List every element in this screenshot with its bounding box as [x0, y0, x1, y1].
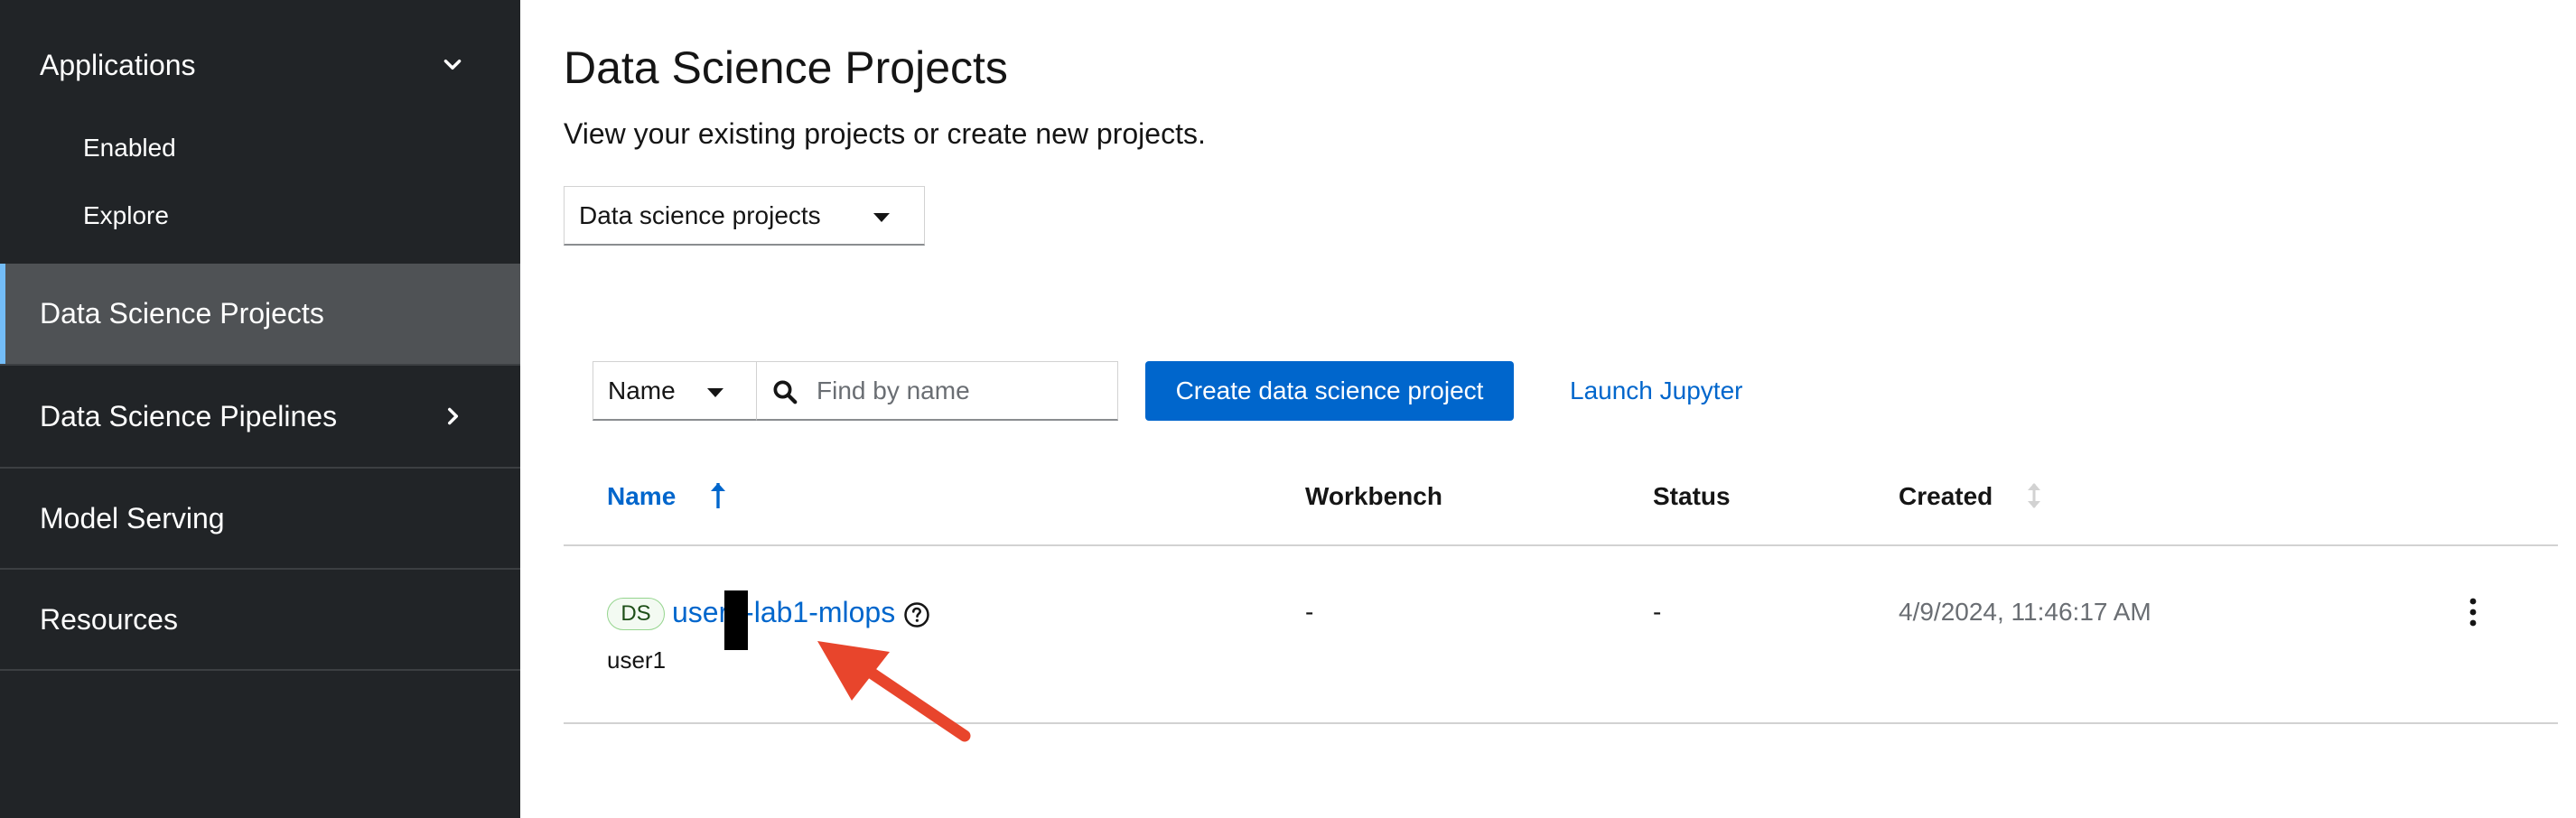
help-icon[interactable] — [903, 601, 930, 628]
column-header-name[interactable]: Name — [607, 482, 676, 511]
kebab-menu-icon[interactable] — [2464, 596, 2482, 628]
search-box — [757, 361, 1118, 421]
page-title: Data Science Projects — [564, 42, 1008, 93]
page-subtitle: View your existing projects or create ne… — [564, 117, 1206, 150]
column-header-label: Created — [1899, 482, 1993, 510]
sidebar-item-applications[interactable]: Applications — [0, 27, 520, 103]
sidebar-subitem-explore[interactable]: Explore — [83, 201, 169, 230]
filter-attribute-value: Name — [608, 376, 676, 404]
divider — [0, 669, 520, 671]
launch-jupyter-link[interactable]: Launch Jupyter — [1570, 361, 1742, 421]
project-type-select-value: Data science projects — [579, 200, 821, 229]
sidebar-nav: Applications Enabled Explore Data Scienc… — [0, 0, 520, 818]
search-icon — [773, 380, 798, 404]
chevron-right-icon — [448, 407, 459, 425]
sort-ascending-icon[interactable] — [708, 480, 728, 511]
project-name-link[interactable]: user1-lab1-mlops — [672, 596, 895, 629]
sidebar-item-label: Applications — [40, 48, 196, 81]
chevron-down-icon — [443, 59, 462, 70]
search-input[interactable] — [815, 375, 1104, 406]
column-header-created[interactable]: Created — [1899, 482, 1993, 511]
column-header-label: Name — [607, 482, 677, 510]
sidebar-item-model-serving[interactable]: Model Serving — [0, 469, 520, 568]
project-owner: user1 — [607, 646, 667, 674]
table-header-divider — [564, 544, 2558, 546]
sidebar-item-label: Model Serving — [40, 501, 225, 534]
sidebar-item-data-science-pipelines[interactable]: Data Science Pipelines — [0, 366, 520, 467]
table-row-divider — [564, 722, 2558, 724]
caret-down-icon — [707, 388, 723, 397]
sidebar-item-label: Data Science Pipelines — [40, 399, 338, 432]
filter-attribute-select[interactable]: Name — [593, 361, 757, 421]
sort-icon[interactable] — [2026, 480, 2042, 511]
column-header-workbench: Workbench — [1305, 482, 1442, 510]
redaction-block — [724, 590, 748, 650]
sidebar-item-data-science-projects[interactable]: Data Science Projects — [0, 264, 520, 364]
status-cell: - — [1653, 598, 1662, 626]
project-type-badge: DS — [607, 598, 665, 630]
project-type-select[interactable]: Data science projects — [564, 186, 925, 246]
caret-down-icon — [873, 213, 890, 222]
sidebar-subitem-enabled[interactable]: Enabled — [83, 134, 176, 163]
workbench-cell: - — [1305, 598, 1314, 626]
main-content: Data Science Projects View your existing… — [520, 0, 2576, 818]
sidebar-item-resources[interactable]: Resources — [0, 570, 520, 669]
sidebar-item-label: Resources — [40, 602, 178, 636]
column-header-status: Status — [1653, 482, 1731, 510]
created-cell: 4/9/2024, 11:46:17 AM — [1899, 598, 2151, 626]
sidebar-item-label: Data Science Projects — [40, 297, 324, 330]
create-project-button[interactable]: Create data science project — [1145, 361, 1514, 421]
